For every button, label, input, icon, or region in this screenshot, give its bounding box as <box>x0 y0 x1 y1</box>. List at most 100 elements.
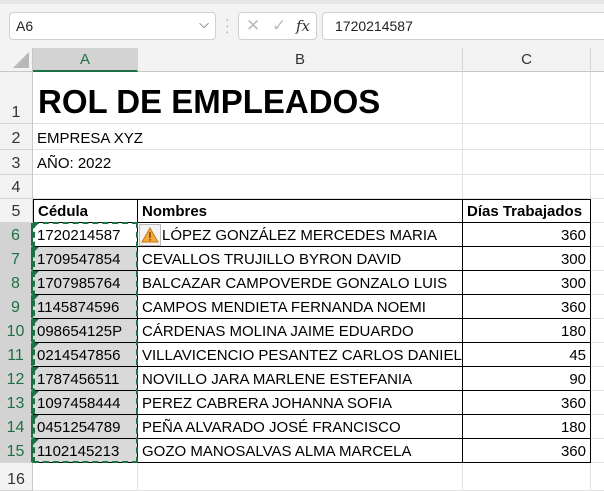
employee-dias-cell[interactable]: 360 <box>463 439 591 463</box>
cell[interactable] <box>138 150 463 175</box>
cell[interactable] <box>591 391 604 415</box>
cell-text: GOZO MANOSALVAS ALMA MARCELA <box>142 443 412 460</box>
employee-cedula-cell[interactable]: 1707985764 <box>33 271 138 295</box>
cell[interactable] <box>33 463 138 491</box>
cell[interactable] <box>463 175 591 199</box>
cell-text: CAMPOS MENDIETA FERNANDA NOEMI <box>142 299 426 316</box>
employee-nombre-cell[interactable]: CAMPOS MENDIETA FERNANDA NOEMI <box>138 295 463 319</box>
cell[interactable] <box>591 150 604 175</box>
employee-nombre-cell[interactable]: LÓPEZ GONZÁLEZ MERCEDES MARIA <box>138 223 463 247</box>
employee-nombre-cell[interactable]: BALCAZAR CAMPOVERDE GONZALO LUIS <box>138 271 463 295</box>
row-header-3[interactable]: 3 <box>0 150 33 175</box>
employee-cedula-cell[interactable]: 1097458444 <box>33 391 138 415</box>
error-indicator-icon <box>33 295 39 301</box>
enter-icon[interactable]: ✓ <box>272 16 286 36</box>
employee-dias-cell[interactable]: 300 <box>463 247 591 271</box>
cell[interactable] <box>591 463 604 491</box>
employee-nombre-cell[interactable]: CEVALLOS TRUJILLO BYRON DAVID <box>138 247 463 271</box>
row-header-6[interactable]: 6 <box>0 223 33 247</box>
cell[interactable] <box>591 367 604 391</box>
employee-dias-cell[interactable]: 360 <box>463 295 591 319</box>
employee-dias-cell[interactable]: 360 <box>463 223 591 247</box>
employee-nombre-cell[interactable]: CÁRDENAS MOLINA JAIME EDUARDO <box>138 319 463 343</box>
year-cell[interactable]: AÑO: 2022 <box>33 150 138 175</box>
warning-icon <box>141 227 159 243</box>
cell[interactable] <box>591 415 604 439</box>
cell[interactable] <box>591 199 604 223</box>
row-header-2[interactable]: 2 <box>0 124 33 150</box>
employee-cedula-cell[interactable]: 0451254789 <box>33 415 138 439</box>
row-header-15[interactable]: 15 <box>0 439 33 463</box>
cell[interactable] <box>591 223 604 247</box>
chevron-down-icon[interactable]: ⌵ <box>199 16 209 32</box>
employee-dias-cell[interactable]: 180 <box>463 319 591 343</box>
drag-handle-icon[interactable]: · · · <box>225 12 230 38</box>
row-header-1[interactable]: 1 <box>0 72 33 124</box>
employee-nombre-cell[interactable]: PEREZ CABRERA JOHANNA SOFIA <box>138 391 463 415</box>
cell[interactable] <box>138 175 463 199</box>
cell[interactable] <box>463 150 591 175</box>
error-indicator-icon <box>33 319 39 325</box>
employee-cedula-cell[interactable]: 1787456511 <box>33 367 138 391</box>
employee-dias-cell[interactable]: 360 <box>463 391 591 415</box>
employee-dias-cell[interactable]: 180 <box>463 415 591 439</box>
row-header-5[interactable]: 5 <box>0 199 33 223</box>
company-cell[interactable]: EMPRESA XYZ <box>33 124 143 150</box>
cell[interactable] <box>591 439 604 463</box>
employee-dias-cell[interactable]: 300 <box>463 271 591 295</box>
row-header-12[interactable]: 12 <box>0 367 33 391</box>
employee-cedula-cell[interactable]: 1102145213 <box>33 439 138 463</box>
employee-cedula-cell[interactable]: 1145874596 <box>33 295 138 319</box>
employee-dias-cell[interactable]: 90 <box>463 367 591 391</box>
employee-cedula-cell[interactable]: 1709547854 <box>33 247 138 271</box>
employee-nombre-cell[interactable]: VILLAVICENCIO PESANTEZ CARLOS DANIEL <box>138 343 463 367</box>
cell[interactable] <box>591 271 604 295</box>
row-header-7[interactable]: 7 <box>0 247 33 271</box>
header-cell-dias[interactable]: Días Trabajados <box>463 199 591 223</box>
cell[interactable] <box>463 463 591 491</box>
row-header-13[interactable]: 13 <box>0 391 33 415</box>
employee-cedula-cell[interactable]: 098654125P <box>33 319 138 343</box>
row-header-16[interactable]: 16 <box>0 463 33 491</box>
cell[interactable] <box>33 175 138 199</box>
row-header-9[interactable]: 9 <box>0 295 33 319</box>
insert-function-icon[interactable]: fx <box>296 17 310 35</box>
employee-nombre-cell[interactable]: NOVILLO JARA MARLENE ESTEFANIA <box>138 367 463 391</box>
row-header-10[interactable]: 10 <box>0 319 33 343</box>
row-header-14[interactable]: 14 <box>0 415 33 439</box>
formula-input[interactable]: 1720214587 <box>322 12 604 40</box>
cell[interactable] <box>463 124 591 150</box>
cell[interactable] <box>138 124 463 150</box>
cell[interactable] <box>591 72 604 124</box>
cell[interactable] <box>591 247 604 271</box>
row-header-8[interactable]: 8 <box>0 271 33 295</box>
cell-text: 360 <box>560 443 586 460</box>
select-all-button[interactable] <box>0 48 33 72</box>
row-header-4[interactable]: 4 <box>0 175 33 199</box>
error-warning-button[interactable] <box>139 224 161 246</box>
cell[interactable] <box>591 295 604 319</box>
employee-dias-cell[interactable]: 45 <box>463 343 591 367</box>
cell[interactable] <box>591 343 604 367</box>
cell[interactable] <box>463 72 591 124</box>
cell[interactable] <box>138 463 463 491</box>
employee-cedula-cell[interactable]: 0214547856 <box>33 343 138 367</box>
cell[interactable] <box>591 124 604 150</box>
employee-cedula-cell[interactable]: 1720214587 <box>33 223 138 247</box>
name-box[interactable]: A6 ⌵ <box>9 12 216 40</box>
employee-nombre-cell[interactable]: PEÑA ALVARADO JOSÉ FRANCISCO <box>138 415 463 439</box>
column-header-c[interactable]: C <box>463 48 591 72</box>
cancel-icon[interactable]: ✕ <box>246 16 260 36</box>
cell[interactable] <box>138 72 463 124</box>
cell[interactable] <box>591 319 604 343</box>
header-cell-nombres[interactable]: Nombres <box>138 199 463 223</box>
column-header-a[interactable]: A <box>33 48 138 72</box>
title-cell[interactable]: ROL DE EMPLEADOS <box>33 72 380 124</box>
column-header-b[interactable]: B <box>138 48 463 72</box>
employee-nombre-cell[interactable]: GOZO MANOSALVAS ALMA MARCELA <box>138 439 463 463</box>
row-header-11[interactable]: 11 <box>0 343 33 367</box>
cell[interactable] <box>591 175 604 199</box>
cell-text: 90 <box>569 371 586 388</box>
column-header-d[interactable] <box>591 48 604 72</box>
header-cell-cedula[interactable]: Cédula <box>33 199 138 223</box>
